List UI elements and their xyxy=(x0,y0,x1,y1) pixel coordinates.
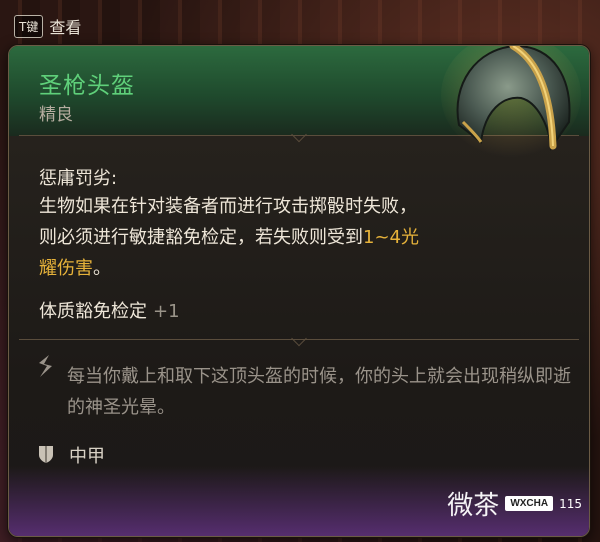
stats-divider xyxy=(19,330,579,347)
quill-icon xyxy=(39,355,52,377)
helmet-icon xyxy=(441,46,581,157)
stat-value: +1 xyxy=(153,301,180,322)
site-watermark: 微茶 WXCHA 115 xyxy=(447,485,582,522)
inspect-hint[interactable]: T键 查看 xyxy=(14,12,81,40)
item-rarity: 精良 xyxy=(39,105,73,125)
desc-end: 。 xyxy=(93,258,111,279)
ability-description: 生物如果在针对装备者而进行攻击掷骰时失败，则必须进行敏捷豁免检定，若失败则受到1… xyxy=(39,191,429,284)
stat-bonus: 体质豁免检定 +1 xyxy=(39,297,180,323)
stat-label: 体质豁免检定 xyxy=(39,301,147,322)
watermark-badge: WXCHA xyxy=(505,496,554,511)
item-tooltip: 圣枪头盔 精良 惩庸罚劣: 生物如果在针对装备者而进行攻击掷骰时失败，则必须进行… xyxy=(8,45,590,537)
watermark-sub: 115 xyxy=(559,496,582,511)
ability-title: 惩庸罚劣: xyxy=(39,168,118,189)
item-name: 圣枪头盔 xyxy=(39,73,135,99)
armor-type: 中甲 xyxy=(69,446,105,467)
key-cap: T键 xyxy=(14,14,44,38)
shield-icon xyxy=(39,446,53,463)
flavor-text: 每当你戴上和取下这顶头盔的时候，你的头上就会出现稍纵即逝的神圣光晕。 xyxy=(67,366,571,418)
watermark-text: 微茶 xyxy=(447,491,500,521)
inspect-label: 查看 xyxy=(49,18,82,37)
desc-text: 生物如果在针对装备者而进行攻击掷骰时失败，则必须进行敏捷豁免检定，若失败则受到 xyxy=(39,196,417,248)
